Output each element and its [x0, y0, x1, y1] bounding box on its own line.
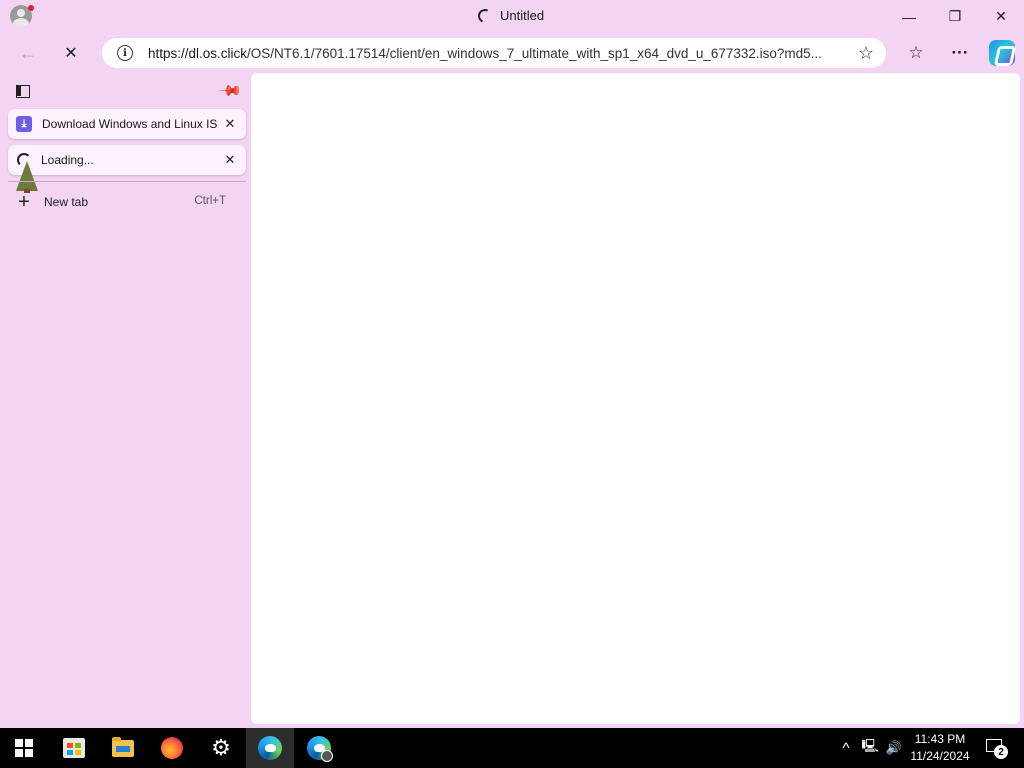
notification-count-badge: 2	[994, 745, 1008, 759]
clock[interactable]: 11:43 PM 11/24/2024	[906, 731, 974, 765]
navigation-toolbar: ← ✕ i https://dl.os.click/OS/NT6.1/7601.…	[0, 33, 1024, 73]
new-tab-shortcut: Ctrl+T	[194, 195, 226, 207]
windows-logo-icon	[15, 739, 33, 757]
taskbar-settings[interactable]: ⚙	[197, 728, 245, 768]
network-icon[interactable]: 🖳	[859, 728, 881, 768]
window-title: Untitled	[500, 8, 545, 23]
volume-icon[interactable]: 🔊	[883, 728, 905, 768]
page-content-area[interactable]	[251, 73, 1020, 724]
store-icon	[63, 738, 85, 758]
window-title-group: Untitled	[476, 6, 545, 25]
taskbar-firefox[interactable]	[148, 728, 196, 768]
vertical-tabs-pane: 📌 ⤓ Download Windows and Linux ISO ✕ Loa…	[6, 73, 249, 723]
tab-label: Download Windows and Linux ISO	[42, 117, 218, 131]
tab-actions-panel-icon[interactable]	[13, 81, 33, 101]
gear-icon: ⚙	[211, 735, 231, 760]
site-info-icon[interactable]: i	[117, 45, 133, 61]
more-options-icon[interactable]: ···	[944, 37, 976, 69]
restore-button[interactable]: ❐	[932, 0, 978, 33]
taskbar-edge[interactable]	[246, 728, 294, 768]
url-path: /OS/NT6.1/7601.17514/client/en_windows_7…	[247, 45, 822, 61]
notification-center-button[interactable]: 2	[984, 736, 1008, 760]
start-button[interactable]	[0, 728, 48, 768]
url-text[interactable]: https://dl.os.click/OS/NT6.1/7601.17514/…	[148, 46, 838, 61]
tabs-divider	[8, 181, 246, 182]
favorites-icon[interactable]: ☆	[900, 37, 932, 69]
minimize-button[interactable]: —	[886, 0, 932, 33]
clock-date: 11/24/2024	[910, 749, 970, 763]
new-tab-button[interactable]: + New tab Ctrl+T	[8, 187, 246, 217]
tab-label: Loading...	[41, 153, 94, 167]
taskbar: ⚙ ^ 🖳 🔊 11:43 PM 11/24/2024 2	[0, 728, 1024, 768]
close-tab-icon[interactable]: ✕	[222, 116, 238, 132]
taskbar-edge-beta[interactable]	[295, 728, 343, 768]
taskbar-file-explorer[interactable]	[99, 728, 147, 768]
address-bar[interactable]: i https://dl.os.click/OS/NT6.1/7601.1751…	[102, 38, 886, 68]
back-button[interactable]: ←	[12, 37, 44, 69]
add-favorite-star-icon[interactable]: ☆	[858, 43, 874, 64]
stop-loading-button[interactable]: ✕	[55, 37, 87, 69]
edge-beta-icon	[307, 736, 333, 762]
profile-notification-dot	[28, 5, 34, 11]
pin-pane-icon[interactable]: 📌	[217, 79, 242, 104]
download-favicon-icon: ⤓	[16, 116, 32, 132]
tab-loading[interactable]: Loading... ✕	[8, 145, 246, 175]
loading-spinner-icon	[476, 6, 494, 25]
edge-icon	[258, 736, 282, 760]
close-window-button[interactable]: ✕	[978, 0, 1024, 33]
tab-download-iso[interactable]: ⤓ Download Windows and Linux ISO ✕	[8, 109, 246, 139]
plus-icon: +	[18, 191, 30, 213]
taskbar-microsoft-store[interactable]	[50, 728, 98, 768]
close-tab-icon[interactable]: ✕	[222, 152, 238, 168]
show-hidden-icons-chevron-icon[interactable]: ^	[836, 728, 856, 768]
url-host: https://dl.os.click	[148, 45, 248, 61]
title-bar: Untitled — ❐ ✕	[0, 0, 1024, 33]
copilot-icon[interactable]	[989, 40, 1015, 66]
new-tab-label: New tab	[44, 195, 89, 209]
firefox-icon	[161, 737, 183, 759]
clock-time: 11:43 PM	[914, 732, 966, 746]
folder-icon	[112, 736, 134, 757]
